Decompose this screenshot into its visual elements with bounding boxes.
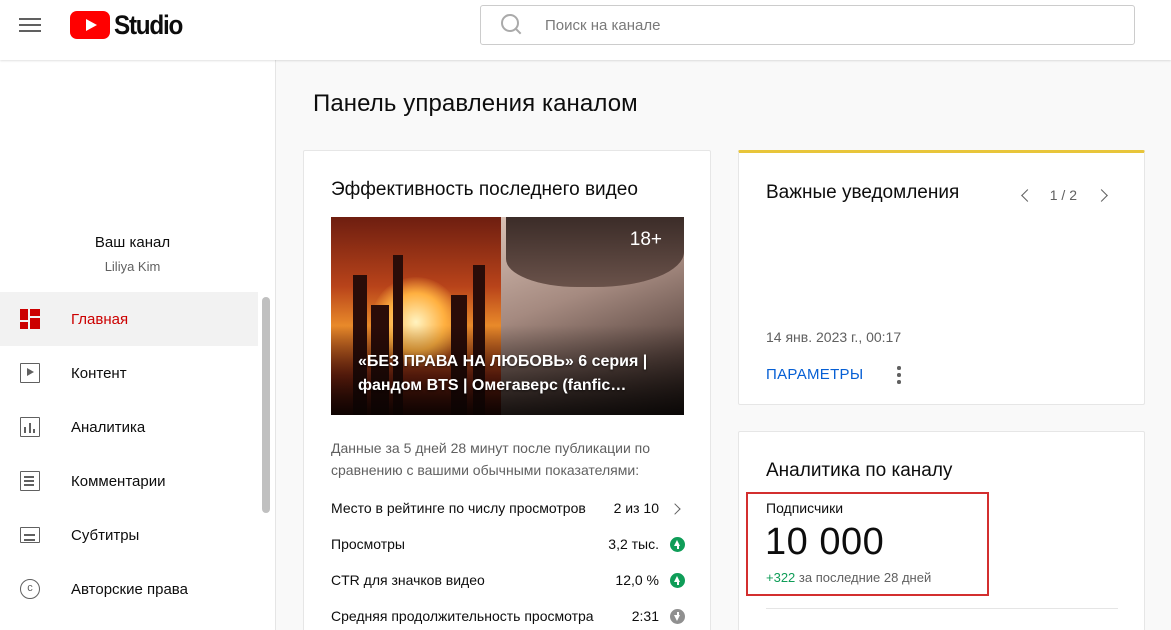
subscribers-delta-period: за последние 28 дней	[798, 570, 932, 585]
more-options-icon[interactable]	[897, 366, 901, 386]
stat-value: 2:31	[631, 608, 659, 624]
pager-count: 1 / 2	[1049, 187, 1077, 203]
youtube-studio-logo[interactable]: Studio	[70, 10, 190, 40]
notification-date: 14 янв. 2023 г., 00:17	[766, 329, 902, 345]
sidebar-item-comments[interactable]: Комментарии	[0, 454, 258, 508]
youtube-logo-icon	[70, 11, 110, 39]
search-input[interactable]	[545, 16, 1045, 34]
thumbnail-hair	[506, 217, 684, 287]
stat-value: 12,0 %	[615, 572, 659, 588]
sidebar-item-label: Субтитры	[71, 526, 140, 544]
latest-video-card: Эффективность последнего видео 18+ «БЕЗ …	[303, 150, 711, 630]
sidebar-item-label: Контент	[71, 364, 127, 382]
age-restriction-badge: 18+	[629, 229, 662, 250]
chevron-right-icon[interactable]	[669, 503, 681, 515]
channel-title: Ваш канал	[94, 234, 171, 251]
arrow-up-icon	[670, 537, 685, 552]
top-bar: Studio	[0, 0, 1171, 60]
notifications-pager: 1 / 2	[1020, 187, 1108, 203]
video-thumbnail[interactable]: 18+ «БЕЗ ПРАВА НА ЛЮБОВЬ» 6 серия | фанд…	[331, 217, 684, 415]
sidebar-item-analytics[interactable]: Аналитика	[0, 400, 258, 454]
sidebar-nav: Главная Контент Аналитика Комментарии Су…	[0, 292, 258, 616]
channel-name: Liliya Kim	[104, 259, 161, 274]
sidebar-item-label: Комментарии	[71, 472, 166, 490]
page-title: Панель управления каналом	[313, 90, 638, 117]
menu-icon[interactable]	[19, 15, 43, 35]
stat-label: CTR для значков видео	[331, 572, 485, 588]
stat-row-ctr: CTR для значков видео 12,0 %	[331, 572, 687, 592]
copyright-icon: c	[20, 579, 40, 599]
search-icon	[501, 14, 523, 36]
sidebar-item-subtitles[interactable]: Субтитры	[0, 508, 258, 562]
stat-row-avg-duration: Средняя продолжительность просмотра 2:31	[331, 608, 687, 628]
parameters-button[interactable]: ПАРАМЕТРЫ	[766, 366, 863, 383]
logo-text: Studio	[114, 9, 183, 40]
analytics-heading: Аналитика по каналу	[766, 460, 953, 481]
stat-row-views: Просмотры 3,2 тыс.	[331, 536, 687, 556]
arrow-down-icon	[670, 609, 685, 624]
stat-value: 2 из 10	[613, 500, 659, 516]
sidebar-item-dashboard[interactable]: Главная	[0, 292, 258, 346]
subscribers-delta-value: +322	[766, 570, 796, 585]
video-title[interactable]: «БЕЗ ПРАВА НА ЛЮБОВЬ» 6 серия | фандом B…	[358, 350, 658, 398]
arrow-up-icon	[670, 573, 685, 588]
chevron-left-icon[interactable]	[1020, 188, 1034, 202]
channel-analytics-card: Аналитика по каналу Подписчики 10 000 +3…	[738, 431, 1145, 630]
subtitles-icon	[20, 527, 40, 543]
stat-value: 3,2 тыс.	[608, 536, 659, 552]
content-icon	[20, 363, 40, 383]
subscribers-delta: +322 за последние 28 дней	[766, 570, 931, 585]
stat-label: Просмотры	[331, 536, 405, 552]
important-notifications-card: Важные уведомления 1 / 2 14 янв. 2023 г.…	[738, 150, 1145, 405]
sidebar: Ваш канал Liliya Kim Главная Контент Ана…	[0, 60, 276, 630]
search-box[interactable]	[480, 5, 1135, 45]
subscribers-label: Подписчики	[766, 500, 844, 516]
stat-label: Средняя продолжительность просмотра	[331, 608, 594, 624]
stat-row-rank[interactable]: Место в рейтинге по числу просмотров 2 и…	[331, 500, 687, 520]
stat-label: Место в рейтинге по числу просмотров	[331, 500, 586, 516]
sidebar-scrollbar[interactable]	[262, 297, 270, 513]
comments-icon	[20, 471, 40, 491]
analytics-icon	[20, 417, 40, 437]
sidebar-item-copyright[interactable]: c Авторские права	[0, 562, 258, 616]
latest-video-heading: Эффективность последнего видео	[331, 179, 638, 200]
notifications-heading: Важные уведомления	[766, 182, 960, 203]
chevron-right-icon[interactable]	[1095, 188, 1108, 202]
dashboard-icon	[20, 309, 40, 329]
sidebar-item-label: Авторские права	[71, 580, 188, 598]
sidebar-item-label: Аналитика	[71, 418, 146, 436]
sidebar-item-label: Главная	[71, 310, 129, 328]
period-description: Данные за 5 дней 28 минут после публикац…	[331, 440, 651, 478]
channel-avatar[interactable]	[78, 80, 188, 190]
subscribers-count: 10 000	[765, 521, 885, 563]
divider	[766, 608, 1118, 609]
sidebar-item-content[interactable]: Контент	[0, 346, 258, 400]
